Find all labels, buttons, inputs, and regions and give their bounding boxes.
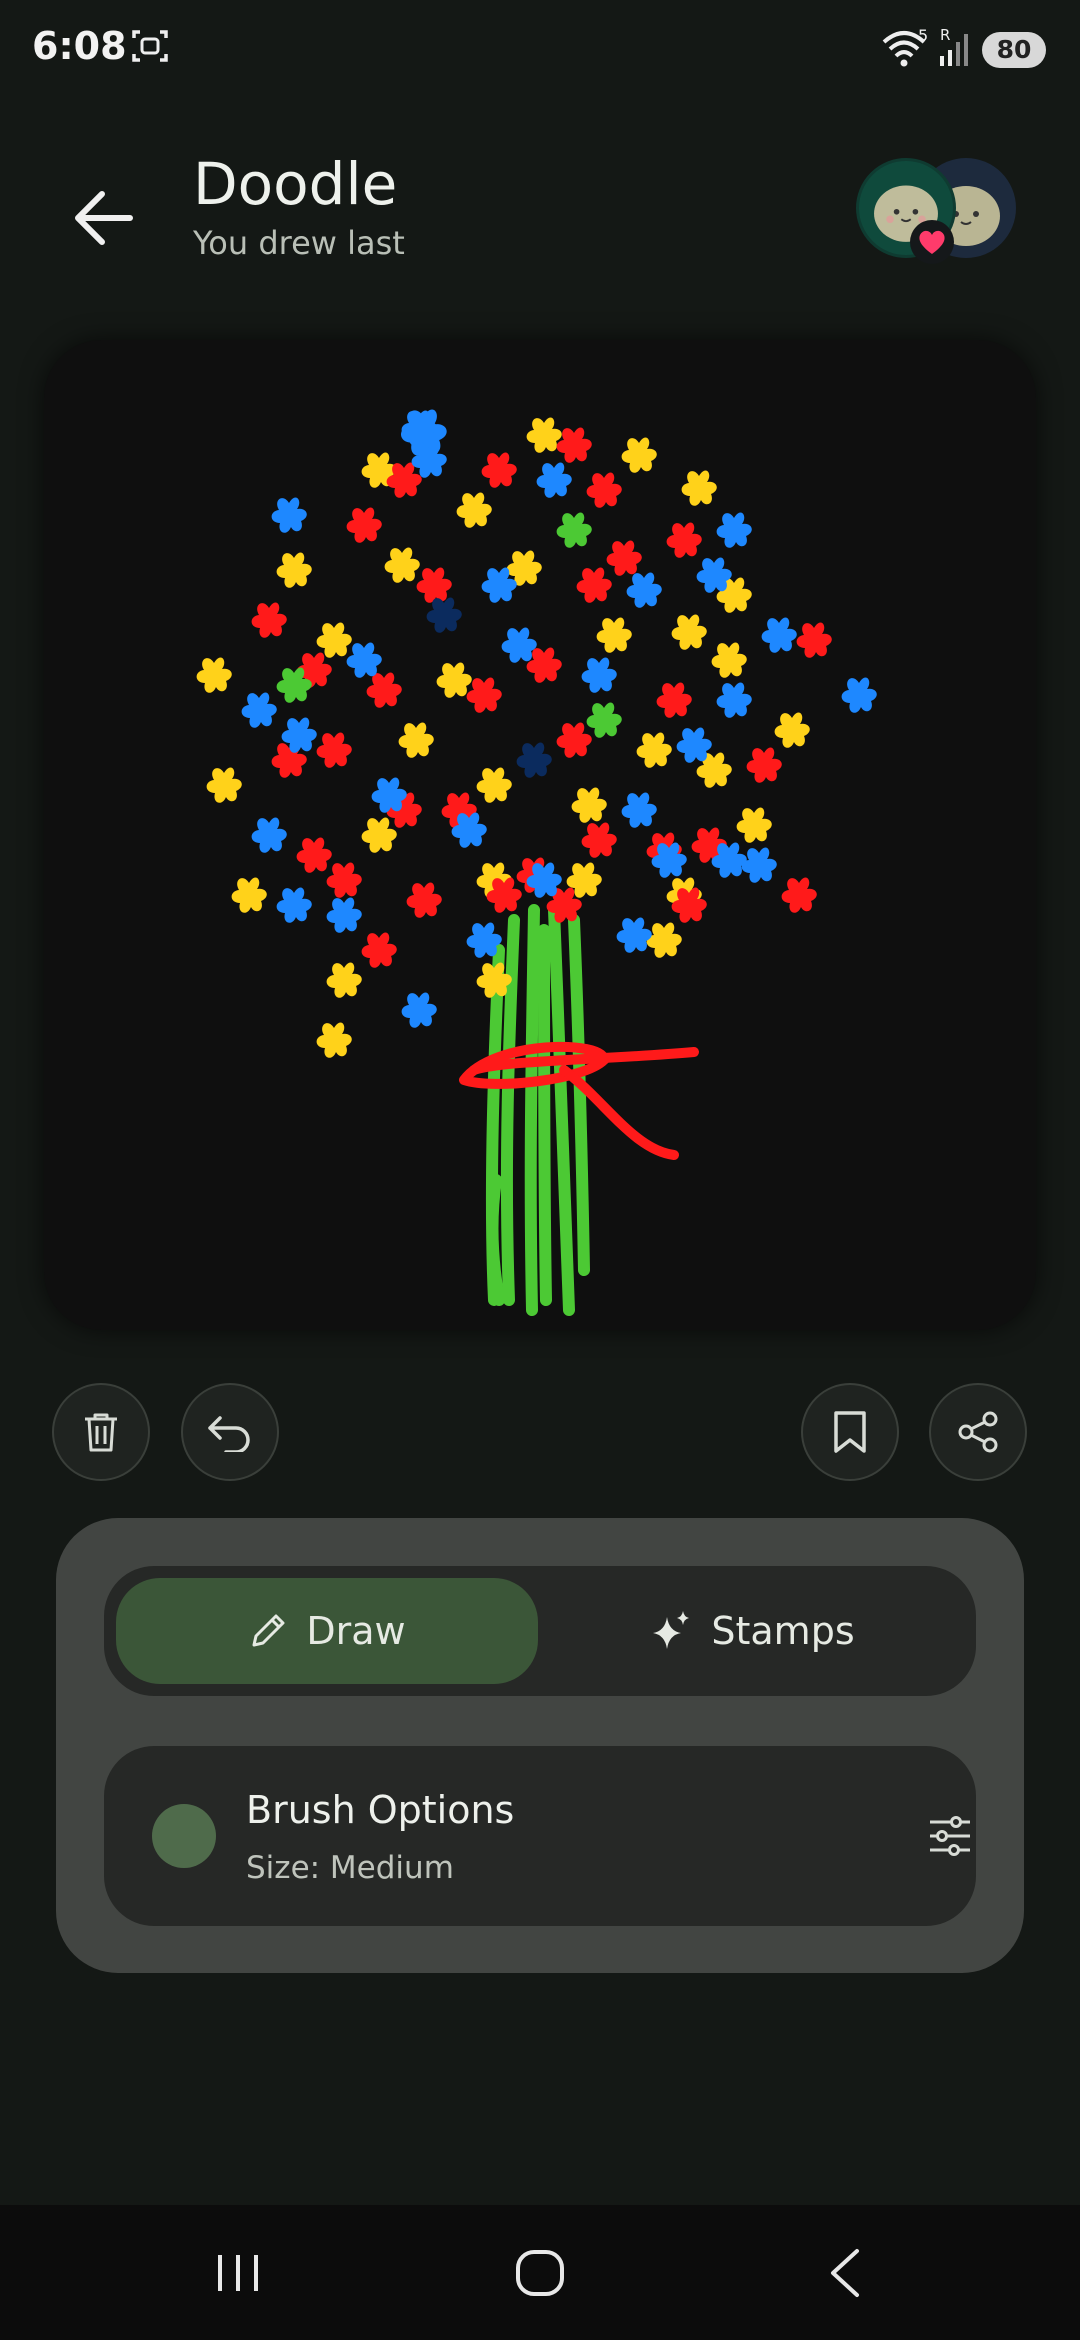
sparkle-icon: [653, 1611, 690, 1649]
heart-badge: [910, 220, 954, 264]
share-button[interactable]: [929, 1383, 1027, 1481]
undo-button[interactable]: [181, 1383, 279, 1481]
wifi-badge: 5: [918, 26, 929, 45]
back-chevron-icon: [831, 2249, 859, 2297]
tab-stamps-label: Stamps: [711, 1609, 855, 1653]
home-icon: [516, 2250, 564, 2296]
flower-bouquet-drawing: [196, 409, 877, 1316]
share-icon: [958, 1411, 998, 1453]
system-nav-bar: [0, 2205, 1080, 2340]
status-time: 6:08: [32, 24, 127, 68]
heart-icon: [919, 230, 945, 254]
status-bar: 6:08 5 R 80: [0, 0, 1080, 100]
battery-indicator: 80: [982, 32, 1046, 68]
tab-draw-label: Draw: [306, 1609, 406, 1653]
signal-badge: R: [940, 26, 951, 44]
sliders-icon: [930, 1816, 970, 1856]
participants-avatars[interactable]: [856, 158, 1026, 268]
tab-draw[interactable]: Draw: [116, 1578, 538, 1684]
tool-panel: Draw Stamps Brush Options Size: Medium: [56, 1518, 1024, 1973]
recents-icon: [218, 2255, 258, 2291]
brush-settings-button[interactable]: [924, 1810, 976, 1862]
mode-segmented-control: Draw Stamps: [104, 1566, 976, 1696]
nav-back-button[interactable]: [805, 2243, 885, 2303]
undo-icon: [208, 1416, 250, 1452]
screenshot-icon: [130, 26, 170, 70]
trash-icon: [85, 1413, 117, 1452]
brush-options-title: Brush Options: [246, 1788, 515, 1832]
brush-color-swatch[interactable]: [152, 1804, 216, 1868]
pencil-icon: [252, 1614, 285, 1647]
tab-stamps[interactable]: Stamps: [540, 1578, 964, 1684]
delete-button[interactable]: [52, 1383, 150, 1481]
brush-options-card[interactable]: Brush Options Size: Medium: [104, 1746, 976, 1926]
app-header: Doodle You drew last: [0, 140, 1080, 280]
brush-size-label: Size: Medium: [246, 1850, 454, 1886]
back-button[interactable]: [62, 176, 146, 260]
recents-button[interactable]: [200, 2243, 280, 2303]
bookmark-icon: [834, 1411, 866, 1453]
arrow-left-icon: [75, 191, 133, 245]
drawing-canvas[interactable]: [44, 340, 1036, 1330]
page-title: Doodle: [193, 150, 398, 218]
save-button[interactable]: [801, 1383, 899, 1481]
page-subtitle: You drew last: [193, 224, 405, 262]
home-button[interactable]: [500, 2243, 580, 2303]
